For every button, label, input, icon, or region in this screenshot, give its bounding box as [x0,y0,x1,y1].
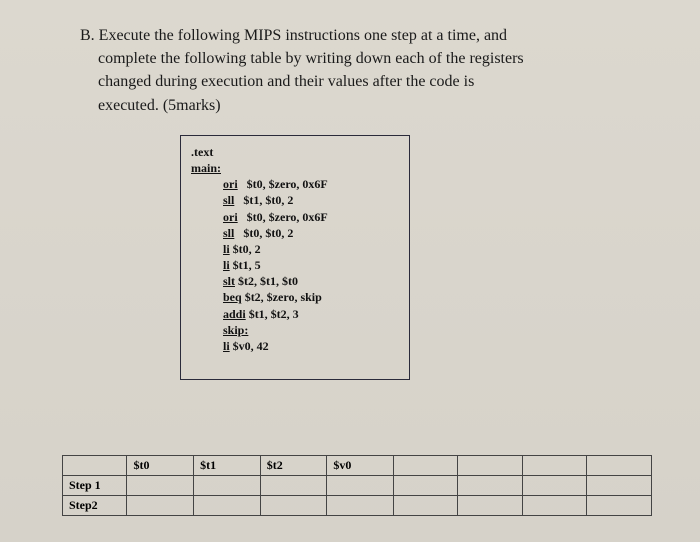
table-cell [587,476,652,496]
table-cell [127,496,194,516]
table-cell [393,496,457,516]
table-cell [522,476,586,496]
code-line: li $t1, 5 [223,257,399,273]
table-cell [260,476,327,496]
code-line: slt $t2, $t1, $t0 [223,273,399,289]
code-line: .text [191,145,213,159]
code-line: main: [191,161,221,175]
question-line-3: changed during execution and their value… [80,70,620,93]
table-cell: Step2 [63,496,127,516]
question-line-4: executed. (5marks) [80,94,620,117]
table-cell [194,496,261,516]
table-header-cell: $t2 [260,456,327,476]
table-cell [458,476,522,496]
code-line: ori $t0, $zero, 0x6F [223,209,399,225]
table-header-cell: $t0 [127,456,194,476]
table-cell [127,476,194,496]
table-header-cell [63,456,127,476]
table-row: Step2 [63,496,652,516]
table-cell [587,496,652,516]
table-header-cell: $t1 [194,456,261,476]
table-header-cell: $v0 [327,456,394,476]
table-cell: Step 1 [63,476,127,496]
table-cell [260,496,327,516]
question-line-2: complete the following table by writing … [80,47,620,70]
table-cell [522,496,586,516]
code-line: li $v0, 42 [223,338,399,354]
code-line: addi $t1, $t2, 3 [223,306,399,322]
table-cell [458,496,522,516]
code-line: ori $t0, $zero, 0x6F [223,176,399,192]
code-line: sll $t0, $t0, 2 [223,225,399,241]
register-table: $t0 $t1 $t2 $v0 Step 1 S [62,455,652,516]
table-cell [327,496,394,516]
code-line: beq $t2, $zero, skip [223,289,399,305]
table-header-cell [522,456,586,476]
table-header-row: $t0 $t1 $t2 $v0 [63,456,652,476]
question-text: B. Execute the following MIPS instructio… [80,24,620,117]
page-container: B. Execute the following MIPS instructio… [0,0,700,542]
table-cell [393,476,457,496]
question-line-1: B. Execute the following MIPS instructio… [80,24,620,47]
code-box: .text main: ori $t0, $zero, 0x6Fsll $t1,… [180,135,410,380]
table-cell [327,476,394,496]
table-row: Step 1 [63,476,652,496]
table-header-cell [458,456,522,476]
table-header-cell [393,456,457,476]
table-cell [194,476,261,496]
code-line: li $t0, 2 [223,241,399,257]
code-line: sll $t1, $t0, 2 [223,192,399,208]
code-line: skip: [223,322,399,338]
table-header-cell [587,456,652,476]
